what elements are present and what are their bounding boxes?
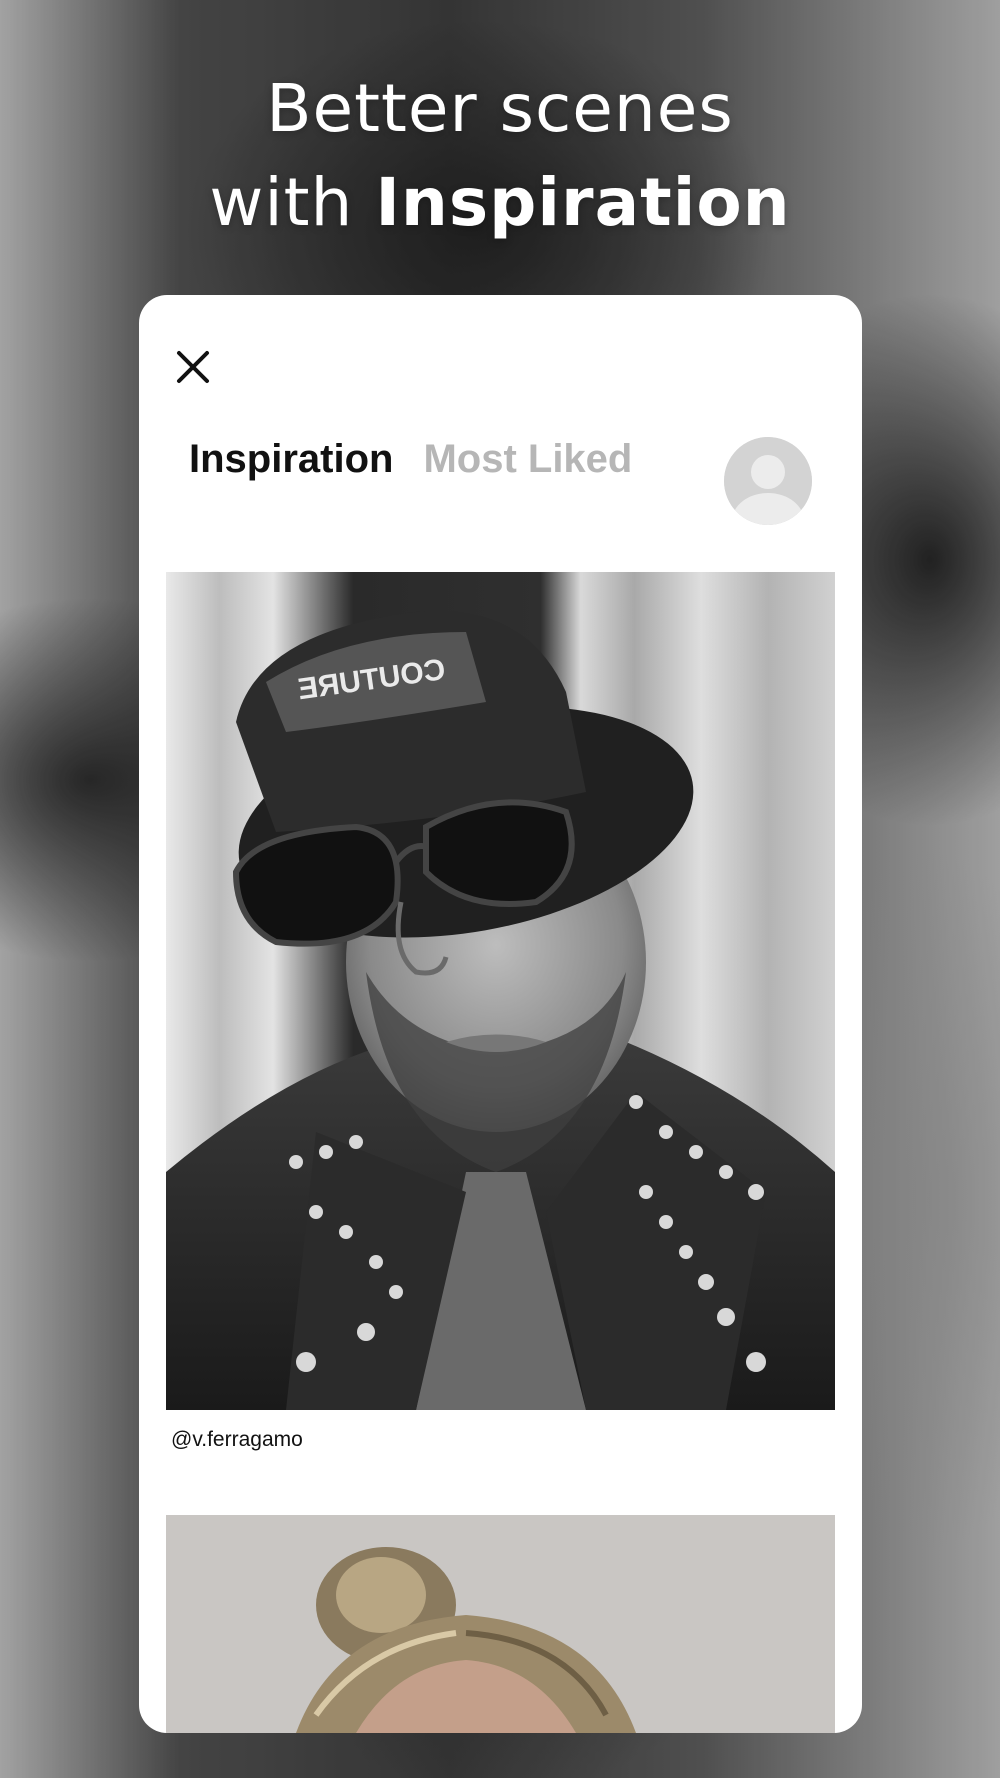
post-photo: COUTURE: [166, 572, 835, 1410]
headline-line-2: with Inspiration: [0, 156, 1000, 250]
post-photo-2: [166, 1515, 835, 1733]
headline-line-2-prefix: with: [209, 164, 376, 241]
inspiration-modal: Inspiration Most Liked COUTURE @v.ferrag…: [139, 295, 862, 1733]
post-image[interactable]: COUTURE: [166, 572, 835, 1410]
tab-inspiration[interactable]: Inspiration: [189, 437, 393, 482]
close-button[interactable]: [173, 347, 213, 387]
post-caption[interactable]: @v.ferragamo: [171, 1428, 303, 1452]
close-icon: [177, 351, 209, 383]
tab-most-liked[interactable]: Most Liked: [423, 437, 632, 482]
user-avatar-icon: [724, 437, 812, 525]
profile-avatar-button[interactable]: [724, 437, 812, 525]
tab-bar: Inspiration Most Liked: [189, 437, 632, 482]
promo-headline: Better scenes with Inspiration: [0, 62, 1000, 250]
headline-line-1: Better scenes: [266, 70, 734, 147]
headline-line-2-bold: Inspiration: [375, 164, 791, 241]
post-image-2[interactable]: [166, 1515, 835, 1733]
